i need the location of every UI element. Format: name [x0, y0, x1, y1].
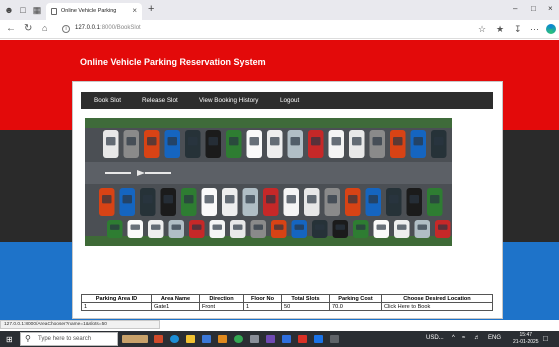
maximize-icon[interactable]: □ — [531, 4, 536, 13]
table-row: 1 Gate1 Front 1 50 70.0 Click Here to Bo… — [81, 302, 493, 311]
book-link[interactable]: Click Here to Book — [384, 304, 430, 310]
more-options-icon[interactable]: ⋯ — [530, 24, 539, 35]
parking-area-table: Parking Area ID Area Name Direction Floo… — [81, 294, 493, 311]
store-icon[interactable] — [202, 335, 211, 343]
app-icon-gray[interactable] — [250, 335, 259, 343]
new-tab-icon[interactable]: + — [148, 3, 154, 15]
address-bar: ← ↻ ⌂ i 127.0.0.1:8000/BookSlot ☆ ★ ↧ ⋯ — [0, 20, 559, 39]
edge-taskbar-icon[interactable] — [170, 335, 179, 343]
col-area-name: Area Name — [151, 294, 200, 303]
col-choose-location: Choose Desired Location — [381, 294, 493, 303]
cell-area-id: 1 — [81, 302, 152, 311]
vscode-icon[interactable] — [282, 335, 291, 343]
workspaces-icon[interactable]: □ — [18, 5, 28, 15]
browser-tab[interactable]: Online Vehicle Parking × — [46, 3, 142, 20]
col-floor-no: Floor No — [243, 294, 282, 303]
app-icon-orange[interactable] — [218, 335, 227, 343]
status-bar-url: 127.0.0.1:8000/AreaChooser?name=1&slots=… — [0, 320, 160, 329]
col-parking-cost: Parking Cost — [329, 294, 382, 303]
app-icon-purple[interactable] — [266, 335, 275, 343]
col-direction: Direction — [199, 294, 244, 303]
clock-time: 15:47 — [519, 332, 533, 338]
site-title: Online Vehicle Parking Reservation Syste… — [80, 57, 266, 67]
url-field[interactable]: 127.0.0.1:8000/BookSlot — [75, 25, 141, 31]
back-icon[interactable]: ← — [6, 23, 16, 34]
language-indicator[interactable]: ENG — [488, 335, 501, 341]
table-header-row: Parking Area ID Area Name Direction Floo… — [81, 294, 493, 303]
home-icon[interactable]: ⌂ — [42, 23, 47, 33]
cell-choose-location: Click Here to Book — [381, 302, 493, 311]
refresh-icon[interactable]: ↻ — [24, 23, 32, 34]
nav-release-slot[interactable]: Release Slot — [142, 97, 178, 104]
page-icon — [51, 8, 57, 15]
nav-logout[interactable]: Logout — [280, 97, 299, 104]
cell-parking-cost: 70.0 — [329, 302, 382, 311]
parking-lot-image — [85, 118, 452, 246]
browser-tab-bar: ☻ □ ▦ Online Vehicle Parking × + – □ × — [0, 0, 559, 20]
file-explorer-icon[interactable] — [186, 335, 195, 343]
tray-chevron-icon[interactable]: ^ — [452, 335, 455, 341]
taskbar-search[interactable]: ⚲ Type here to search — [20, 332, 118, 346]
nav-view-booking-history[interactable]: View Booking History — [199, 97, 258, 104]
tab-actions-icon[interactable]: ▦ — [32, 5, 42, 15]
app-icon-blue[interactable] — [314, 335, 323, 343]
clock-date: 21-01-2025 — [513, 339, 539, 345]
content-panel: Book Slot Release Slot View Booking Hist… — [72, 81, 503, 319]
favorite-star-icon[interactable]: ☆ — [478, 24, 486, 35]
downloads-icon[interactable]: ↧ — [514, 24, 522, 35]
chrome-icon[interactable] — [234, 335, 243, 343]
site-info-icon[interactable]: i — [62, 25, 70, 33]
search-icon: ⚲ — [25, 334, 31, 343]
notification-icon[interactable]: □ — [543, 334, 548, 343]
close-tab-icon[interactable]: × — [132, 6, 137, 15]
wifi-icon[interactable]: ≈ — [462, 335, 465, 341]
web-page: Online Vehicle Parking Reservation Syste… — [0, 40, 559, 320]
weather-text[interactable]: USD... — [426, 335, 444, 341]
col-parking-area-id: Parking Area ID — [81, 294, 152, 303]
edge-copilot-icon[interactable] — [546, 24, 556, 34]
cell-floor-no: 1 — [243, 302, 282, 311]
cell-area-name: Gate1 — [151, 302, 200, 311]
windows-start-icon[interactable]: ⊞ — [6, 335, 13, 344]
cell-total-slots: 50 — [281, 302, 330, 311]
app-icon-red[interactable] — [298, 335, 307, 343]
search-highlight-icon[interactable] — [122, 335, 148, 343]
cell-direction: Front — [199, 302, 244, 311]
favorites-icon[interactable]: ★ — [496, 24, 504, 35]
volume-icon[interactable]: ♬ — [474, 335, 480, 341]
clock[interactable]: 15:47 21-01-2025 — [513, 332, 539, 346]
col-total-slots: Total Slots — [281, 294, 330, 303]
taskbar: ⊞ ⚲ Type here to search USD... ^ ≈ ♬ ENG… — [0, 331, 559, 347]
close-window-icon[interactable]: × — [548, 4, 553, 13]
nav-bar: Book Slot Release Slot View Booking Hist… — [81, 92, 493, 109]
app-icon-dark[interactable] — [330, 335, 339, 343]
minimize-icon[interactable]: – — [513, 4, 517, 13]
nav-book-slot[interactable]: Book Slot — [94, 97, 121, 104]
office-icon[interactable] — [154, 335, 163, 343]
profile-icon[interactable]: ☻ — [4, 5, 14, 15]
taskbar-search-placeholder: Type here to search — [38, 336, 92, 342]
tab-title: Online Vehicle Parking — [61, 8, 117, 14]
